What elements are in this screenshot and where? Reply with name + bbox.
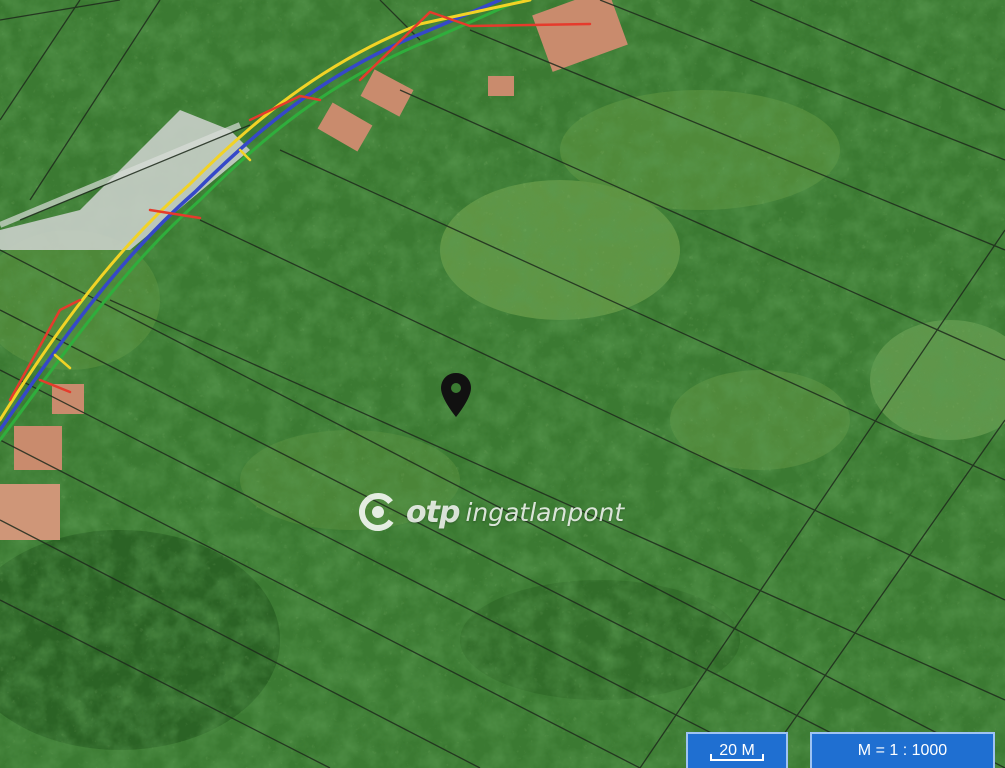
- map-view[interactable]: otp ingatlanpont 20 M M = 1 : 1000: [0, 0, 1005, 768]
- watermark-product: ingatlanpont: [465, 497, 625, 527]
- watermark-brand: otp: [406, 494, 460, 530]
- otp-logo-icon: [359, 493, 397, 531]
- scale-ratio-label: M = 1 : 1000: [857, 742, 948, 759]
- satellite-imagery: [0, 0, 1005, 768]
- otp-ingatlanpont-watermark: otp ingatlanpont: [358, 490, 624, 534]
- scale-bar-tick: [710, 754, 764, 761]
- scale-ratio: M = 1 : 1000: [810, 732, 995, 768]
- map-pin-icon[interactable]: [438, 371, 474, 419]
- scale-bar: 20 M: [686, 732, 788, 768]
